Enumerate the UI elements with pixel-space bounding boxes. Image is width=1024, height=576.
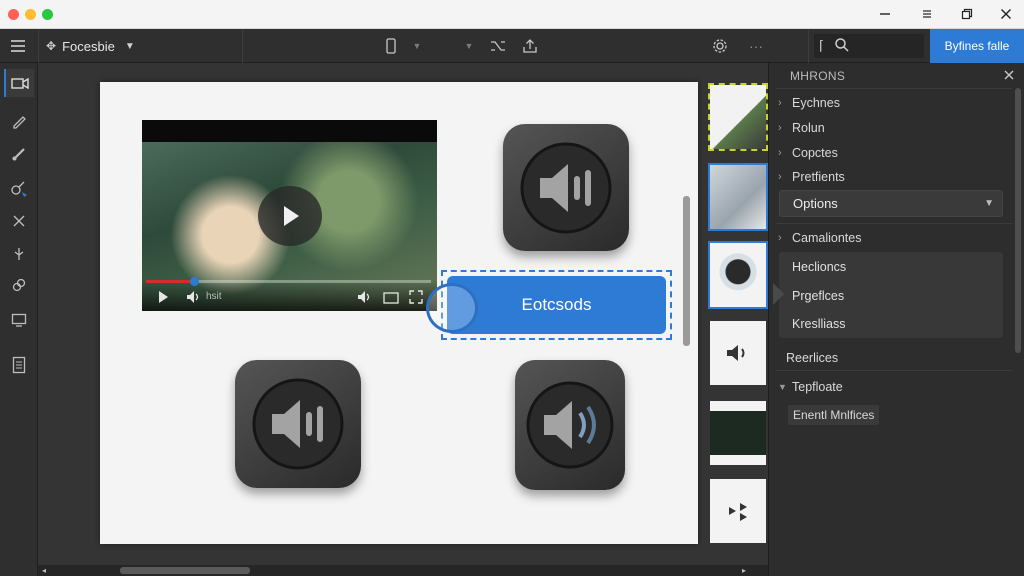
panel-divider: [776, 370, 1012, 371]
thumbnail-item[interactable]: [708, 83, 768, 151]
volume-icon[interactable]: [357, 290, 373, 309]
panel-item-label: Pretfients: [792, 170, 845, 184]
canvas-scrollbar[interactable]: [683, 196, 690, 346]
play-small-icon[interactable]: [157, 290, 169, 309]
speaker-icon[interactable]: [503, 124, 629, 251]
subgroup-item[interactable]: Kreslliass: [792, 317, 846, 331]
brush-icon[interactable]: [4, 140, 34, 168]
subgroup-item[interactable]: Prgeflces: [792, 289, 844, 303]
panel-item-1[interactable]: › Eychnes: [778, 92, 840, 114]
chevron-right-icon: ›: [778, 171, 782, 183]
panel-item-label: Eychnes: [792, 96, 840, 110]
thumbnail-item[interactable]: [710, 321, 766, 385]
cut-icon[interactable]: [4, 207, 34, 235]
project-selector[interactable]: ✥ Focesbie ▼: [46, 37, 135, 55]
monitor-icon[interactable]: [4, 306, 34, 334]
canvas-action-button[interactable]: Eotcsods: [447, 276, 666, 334]
chevron-down-icon[interactable]: ▼: [410, 36, 424, 56]
close-panel-icon[interactable]: [1003, 68, 1015, 86]
title-bar: [0, 0, 1024, 29]
thumbnail-item[interactable]: [708, 163, 768, 231]
app-window: ✥ Focesbie ▼ ▼ ▼ ··· ⌈ Byfines falle hsi…: [0, 0, 1024, 576]
cursor-text-icon: ⌈: [819, 38, 825, 53]
toolbar-divider: [808, 29, 809, 63]
speaker-icon[interactable]: [235, 360, 361, 488]
maximize-icon[interactable]: [916, 4, 938, 24]
horizontal-scrollbar[interactable]: [120, 567, 250, 574]
chevron-right-icon: ›: [778, 97, 782, 109]
close-icon[interactable]: [995, 4, 1017, 24]
panel-expanded-header[interactable]: ▼ Tepfloate: [778, 376, 843, 398]
pen-node-icon[interactable]: [4, 174, 34, 202]
speaker-icon[interactable]: [515, 360, 625, 490]
caret-down-icon: ▼: [778, 382, 787, 392]
restore-icon[interactable]: [956, 4, 978, 24]
dropdown-value: Options: [793, 196, 838, 211]
panel-item-label: Tepfloate: [792, 380, 843, 394]
panel-group-label: Camaliontes: [792, 231, 862, 245]
chevron-right-icon: ›: [778, 122, 782, 134]
thumbnail-item[interactable]: [710, 401, 766, 465]
tool-rail: [0, 63, 38, 576]
split-icon[interactable]: [4, 240, 34, 268]
more-options-icon[interactable]: ···: [745, 36, 767, 56]
chevron-down-icon: ▼: [984, 198, 994, 209]
minimize-icon[interactable]: [874, 4, 896, 24]
gear-icon[interactable]: [710, 36, 730, 56]
scroll-right-icon[interactable]: ▸: [742, 566, 746, 575]
volume-icon[interactable]: [186, 290, 202, 309]
search-input[interactable]: ⌈: [814, 34, 924, 58]
subgroup-item[interactable]: Heclioncs: [792, 260, 846, 274]
panel-divider: [776, 223, 1012, 224]
flyout-arrow: [773, 283, 784, 305]
cursor-click-indicator: [426, 283, 478, 333]
panel-item-label: Copctes: [792, 146, 838, 160]
slide-thumbnails: [702, 63, 768, 576]
panel-title: MHRONS: [790, 69, 846, 83]
panel-item-2[interactable]: › Rolun: [778, 117, 825, 139]
main-toolbar: ✥ Focesbie ▼ ▼ ▼ ··· ⌈: [0, 29, 1024, 63]
pencil-icon[interactable]: [4, 107, 34, 135]
document-icon[interactable]: [4, 351, 34, 379]
expanded-child-item[interactable]: Enentl Mnlfices: [788, 405, 880, 425]
chevron-down-icon[interactable]: ▼: [462, 36, 476, 56]
chevron-right-icon: ›: [778, 147, 782, 159]
panel-divider: [776, 88, 1012, 89]
minimize-dot[interactable]: [25, 9, 36, 20]
toolbar-divider: [38, 29, 39, 63]
panel-group-header[interactable]: › Camaliontes: [778, 227, 861, 249]
play-icon[interactable]: [258, 186, 322, 246]
video-progress-fill: [146, 280, 195, 283]
panel-item-4[interactable]: › Pretfients: [778, 166, 845, 188]
project-name: Focesbie: [62, 38, 115, 54]
panel-item-label: Rolun: [792, 121, 825, 135]
thumbnail-item[interactable]: [708, 241, 768, 309]
phone-device-icon[interactable]: [382, 36, 400, 56]
zoom-dot[interactable]: [42, 9, 53, 20]
panel-item-5[interactable]: Reerlices: [786, 347, 838, 369]
scroll-left-icon[interactable]: ◂: [42, 566, 46, 575]
hamburger-menu-icon[interactable]: [8, 36, 28, 56]
puzzle-icon: ✥: [46, 39, 57, 53]
panel-item-label: Reerlices: [786, 351, 839, 365]
toolbar-divider: [242, 29, 243, 63]
video-progress-bar[interactable]: [146, 277, 431, 286]
panel-scrollbar[interactable]: [1015, 88, 1021, 353]
video-tool-icon[interactable]: [4, 69, 34, 97]
thumbnail-item[interactable]: [710, 479, 766, 543]
chevron-right-icon: ›: [778, 232, 782, 244]
close-dot[interactable]: [8, 9, 19, 20]
captions-icon[interactable]: [383, 291, 399, 309]
chevron-down-icon: ▼: [124, 40, 135, 52]
share-upload-icon[interactable]: [520, 36, 540, 56]
panel-item-3[interactable]: › Copctes: [778, 142, 838, 164]
video-letterbox: [142, 120, 437, 142]
link-icon[interactable]: [4, 271, 34, 299]
search-icon: [834, 37, 850, 58]
options-dropdown[interactable]: Options ▼: [779, 190, 1003, 217]
primary-action-button[interactable]: Byfines falle: [930, 29, 1024, 63]
video-time-label: hsit: [206, 291, 222, 302]
shuffle-icon[interactable]: [488, 36, 508, 56]
fullscreen-icon[interactable]: [409, 290, 423, 309]
